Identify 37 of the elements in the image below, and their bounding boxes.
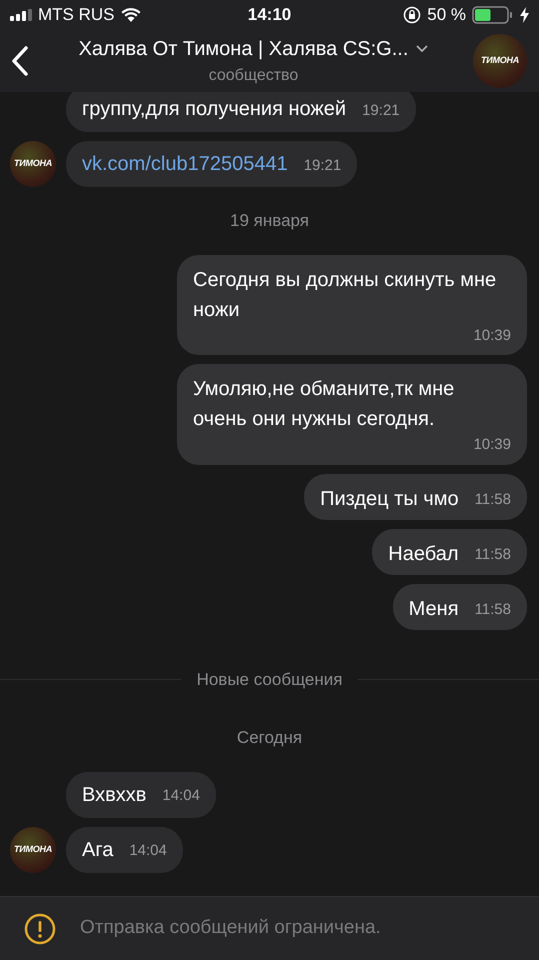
- message-time: 14:04: [162, 786, 200, 806]
- message-text: Пиздец ты чмо: [320, 486, 459, 512]
- group-link[interactable]: vk.com/club172505441: [82, 149, 288, 179]
- warning-icon: [24, 912, 56, 944]
- message-time: 10:39: [473, 435, 511, 455]
- battery-percent: 50 %: [427, 4, 466, 26]
- restriction-notice: Отправка сообщений ограничена.: [80, 916, 381, 940]
- message-text: Сегодня вы должны скинуть мне ножи: [193, 268, 498, 322]
- message-time: 10:39: [473, 326, 511, 346]
- new-messages-label: Новые сообщения: [196, 668, 344, 690]
- signal-icon: [10, 9, 32, 21]
- avatar-logo-text: ТИМОНА: [480, 54, 520, 68]
- date-label: Сегодня: [236, 727, 302, 749]
- carrier-name: MTS RUS: [38, 4, 114, 26]
- message-time: 19:21: [362, 100, 400, 120]
- message-text: Ага: [82, 838, 114, 862]
- message-time: 11:58: [474, 600, 511, 620]
- message-time: 19:21: [304, 156, 342, 176]
- message-time: 14:04: [129, 841, 167, 861]
- message-text: Меня: [408, 596, 459, 622]
- battery-icon: [472, 6, 514, 24]
- message-text: Вхвххв: [82, 782, 146, 808]
- clock-time: 14:10: [248, 4, 292, 26]
- wifi-icon: [120, 8, 140, 22]
- message-text: Умоляю,не обманите,тк мне очень они нужны сегодня.: [193, 377, 456, 432]
- message-time: 11:58: [474, 490, 511, 510]
- charging-bolt-icon: [520, 7, 530, 23]
- avatar-logo-text: ТИМОНА: [14, 842, 52, 856]
- message-time: 11:58: [474, 545, 511, 565]
- avatar-logo-text: ТИМОНА: [14, 157, 52, 170]
- date-label: 19 января: [230, 210, 309, 232]
- message-text: группу,для получения ножей: [82, 97, 346, 122]
- chat-subtitle: сообщество: [208, 66, 298, 86]
- rotation-lock-icon: [403, 6, 422, 24]
- chat-title[interactable]: Халява От Тимона | Халява CS:G...: [78, 34, 408, 64]
- message-text: Наебал: [388, 542, 459, 566]
- chevron-down-icon[interactable]: [416, 45, 428, 53]
